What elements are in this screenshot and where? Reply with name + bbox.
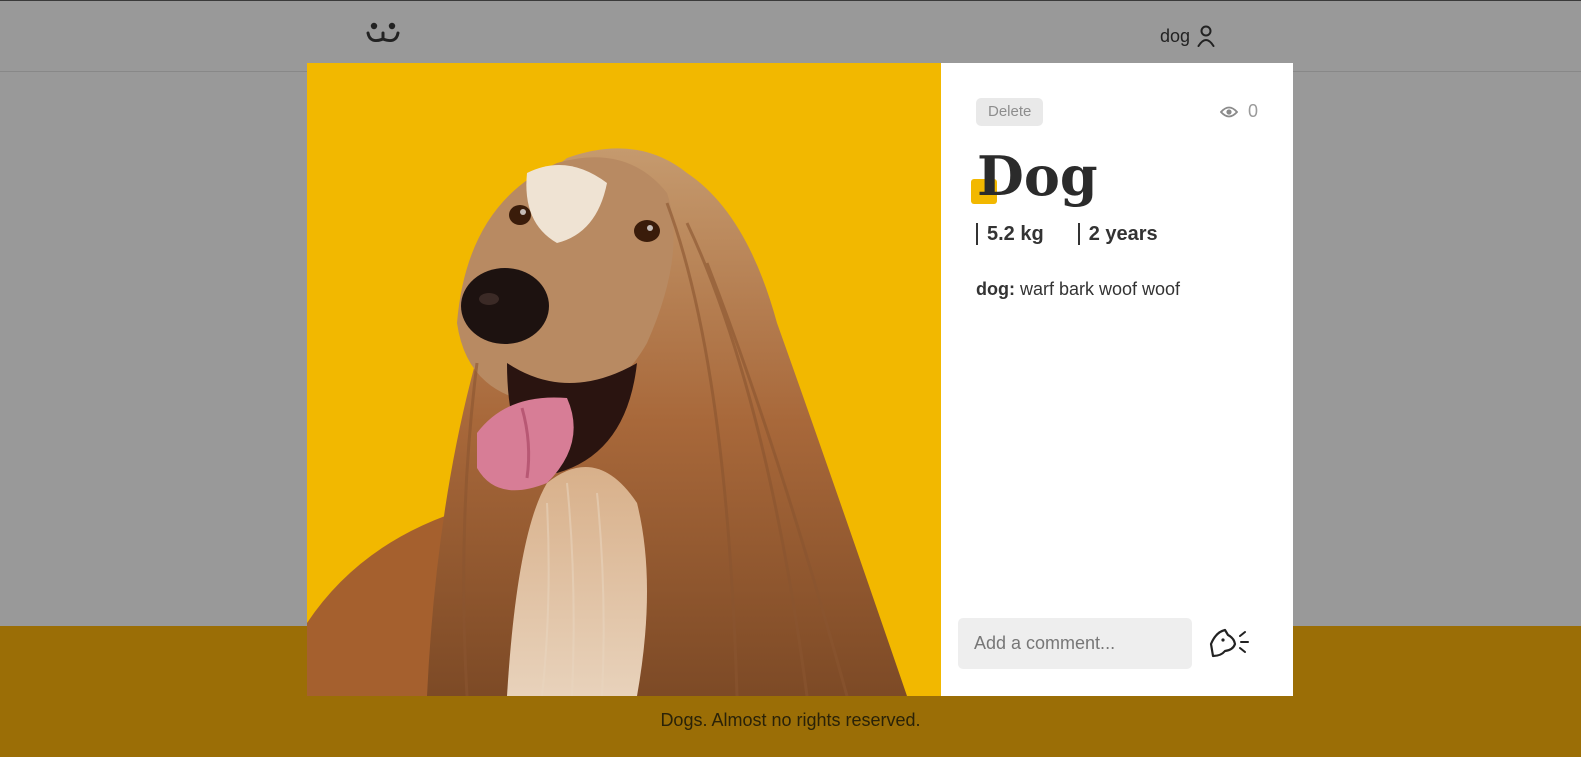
comment-author: dog:	[976, 279, 1015, 299]
eye-icon	[1219, 106, 1238, 117]
send-comment-button[interactable]	[1206, 619, 1256, 669]
photo-title[interactable]: Dog	[971, 141, 1098, 211]
footer-copyright: Dogs. Almost no rights reserved.	[660, 710, 921, 730]
site-header: dog	[0, 0, 1581, 72]
home-logo[interactable]	[366, 19, 400, 49]
photo-modal: Delete 0 Dog 5.2 kg 2 years dog: warf ba…	[307, 63, 1293, 696]
title-block: Dog	[971, 141, 1098, 211]
comment-input[interactable]	[958, 618, 1192, 669]
comment-item: dog: warf bark woof woof	[976, 279, 1180, 300]
photo-details-panel: Delete 0 Dog 5.2 kg 2 years dog: warf ba…	[941, 63, 1293, 696]
dog-photo-illustration	[307, 63, 941, 696]
weight-stat: 5.2 kg	[976, 223, 1044, 245]
views-count: 0	[1247, 101, 1258, 121]
dog-stats: 5.2 kg 2 years	[976, 223, 1158, 245]
age-stat: 2 years	[1077, 223, 1158, 245]
username-label: dog	[1160, 25, 1191, 46]
user-login-link[interactable]: dog	[1160, 25, 1215, 47]
barking-dog-icon	[1209, 628, 1249, 657]
comment-form	[958, 618, 1256, 669]
user-icon	[1197, 25, 1215, 47]
comment-text: warf bark woof woof	[1014, 279, 1181, 299]
dog-photo	[307, 63, 941, 696]
delete-button[interactable]: Delete	[976, 98, 1044, 126]
dog-face-icon	[366, 22, 400, 42]
view-counter: 0	[1219, 101, 1258, 122]
